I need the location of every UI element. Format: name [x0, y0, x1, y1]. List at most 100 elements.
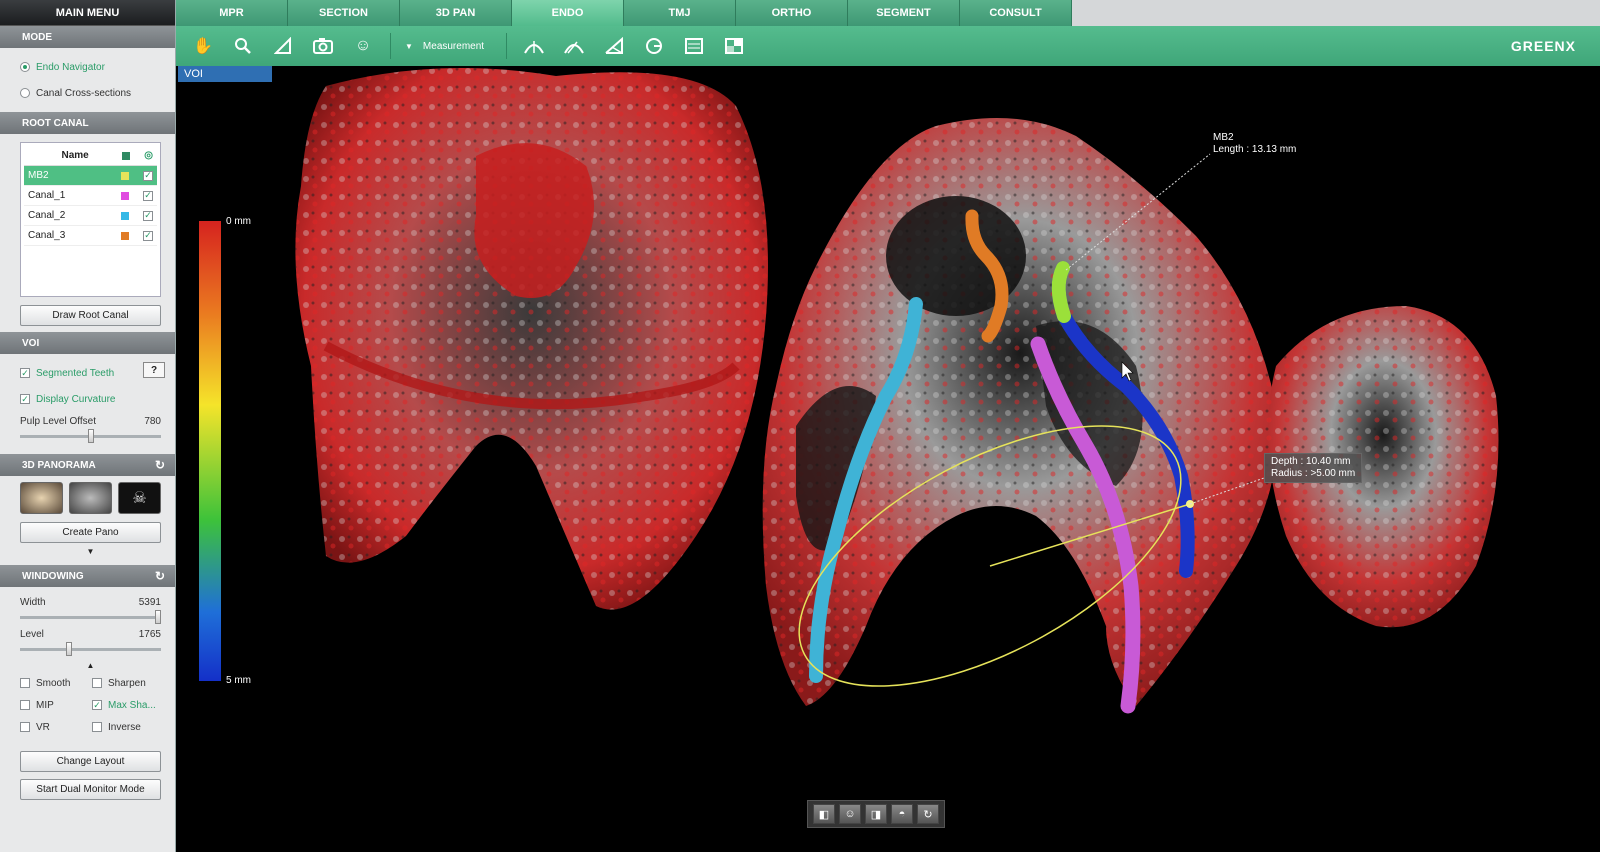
panorama-section-header: 3D PANORAMA ↻ — [0, 454, 175, 476]
display-curvature-checkbox[interactable]: ✓ Display Curvature — [20, 386, 161, 412]
mb2-annotation: MB2 Length : 13.13 mm — [1213, 132, 1296, 156]
tooth-measure-icon[interactable] — [521, 33, 547, 59]
mb2-curvature-highlight — [1051, 261, 1071, 323]
sidebar: MAIN MENU MODE Endo Navigator Canal Cros… — [0, 0, 176, 852]
voi-view-label[interactable]: VOI — [178, 66, 272, 82]
max-shading-checkbox[interactable]: ✓ Max Sha... — [92, 695, 164, 715]
view-right-icon[interactable]: ◨ — [865, 804, 887, 824]
tab-mpr[interactable]: MPR — [176, 0, 288, 26]
inverse-checkbox[interactable]: Inverse — [92, 717, 164, 737]
mip-checkbox[interactable]: MIP — [20, 695, 92, 715]
root-canal-section-header: ROOT CANAL — [0, 112, 175, 134]
canal-row-canal-2[interactable]: Canal_2 ✓ — [24, 206, 157, 226]
canal-visibility-checkbox[interactable]: ✓ — [143, 190, 153, 201]
canal-name: Canal_3 — [28, 230, 66, 241]
view-left-icon[interactable]: ◧ — [813, 804, 835, 824]
canal-name: Canal_1 — [28, 190, 66, 201]
mode-title: MODE — [22, 31, 52, 43]
tooth-volume-render[interactable] — [176, 66, 1600, 852]
panorama-title: 3D PANORAMA — [22, 459, 96, 471]
radio-endo-navigator[interactable]: Endo Navigator — [20, 54, 161, 80]
3d-endo-viewport[interactable]: VOI 0 mm 5 mm MB2 Length : 13.13 mm Dept… — [176, 66, 1600, 852]
pan-hand-icon[interactable]: ✋ — [190, 33, 216, 59]
slider-thumb[interactable] — [155, 610, 162, 624]
mip-label: MIP — [36, 699, 54, 711]
canal-row-canal-3[interactable]: Canal_3 ✓ — [24, 226, 157, 246]
windowing-section-header: WINDOWING ↻ — [0, 565, 175, 587]
layout-grid-icon[interactable] — [721, 33, 747, 59]
refresh-icon[interactable]: ↻ — [155, 458, 165, 472]
vr-label: VR — [36, 721, 50, 733]
slider-thumb[interactable] — [87, 429, 94, 443]
sharpen-checkbox[interactable]: Sharpen — [92, 673, 164, 693]
sharpen-label: Sharpen — [108, 677, 146, 689]
reset-rotate-icon[interactable] — [641, 33, 667, 59]
canal-visibility-checkbox[interactable]: ✓ — [143, 210, 153, 221]
tab-consult[interactable]: CONSULT — [960, 0, 1072, 26]
root-canal-section: Name ◎ MB2 ✓ Canal_1 ✓ Canal_2 ✓ Canal_3… — [0, 134, 175, 332]
width-row: Width 5391 — [20, 597, 161, 608]
canal-visibility-checkbox[interactable]: ✓ — [143, 230, 153, 241]
mode-section-header: MODE — [0, 26, 175, 48]
view-top-icon[interactable]: ◓ — [891, 804, 913, 824]
canal-row-canal-1[interactable]: Canal_1 ✓ — [24, 186, 157, 206]
zoom-icon[interactable] — [230, 33, 256, 59]
view-reset-icon[interactable]: ↻ — [917, 804, 939, 824]
skull-bone-preset-icon[interactable]: ☠ — [118, 482, 161, 514]
segmented-teeth-checkbox[interactable]: ✓ Segmented Teeth — [20, 360, 161, 386]
tab-3d-pan[interactable]: 3D PAN — [400, 0, 512, 26]
refresh-icon[interactable]: ↻ — [155, 569, 165, 583]
skull-gray-preset-icon[interactable] — [69, 482, 112, 514]
smooth-checkbox[interactable]: Smooth — [20, 673, 92, 693]
tab-ortho[interactable]: ORTHO — [736, 0, 848, 26]
tab-segment[interactable]: SEGMENT — [848, 0, 960, 26]
smooth-label: Smooth — [36, 677, 71, 689]
help-button[interactable]: ? — [143, 362, 165, 378]
depth-label: Depth : 10.40 mm — [1271, 456, 1351, 467]
canal-color-swatch[interactable] — [121, 211, 129, 220]
slider-thumb[interactable] — [66, 642, 73, 656]
collapse-up-icon[interactable]: ▲ — [20, 661, 161, 673]
windowing-title: WINDOWING — [22, 570, 84, 582]
canal-table: Name ◎ MB2 ✓ Canal_1 ✓ Canal_2 ✓ Canal_3… — [20, 142, 161, 297]
create-pano-button[interactable]: Create Pano — [20, 522, 161, 543]
measurement-label: Measurement — [422, 40, 485, 52]
camera-icon[interactable] — [310, 33, 336, 59]
pulp-level-offset-slider[interactable] — [20, 429, 161, 443]
head-settings-icon[interactable]: ☺ — [350, 33, 376, 59]
level-slider[interactable] — [20, 642, 161, 656]
scale-top-label: 0 mm — [226, 216, 251, 227]
skull-color-preset-icon[interactable] — [20, 482, 63, 514]
tab-endo[interactable]: ENDO — [512, 0, 624, 26]
canal-visibility-checkbox[interactable]: ✓ — [143, 170, 153, 181]
main-menu-button[interactable]: MAIN MENU — [0, 0, 175, 26]
change-layout-button[interactable]: Change Layout — [20, 751, 161, 772]
measurement-dropdown[interactable]: ▼ Measurement — [405, 41, 484, 52]
tab-tmj[interactable]: TMJ — [624, 0, 736, 26]
canal-row-mb2[interactable]: MB2 ✓ — [24, 166, 157, 186]
tab-section[interactable]: SECTION — [288, 0, 400, 26]
canal-color-swatch[interactable] — [121, 231, 129, 240]
vr-checkbox[interactable]: VR — [20, 717, 92, 737]
canal-color-swatch[interactable] — [121, 191, 129, 200]
report-icon[interactable] — [681, 33, 707, 59]
expand-down-icon[interactable]: ▼ — [20, 547, 161, 559]
voi-title: VOI — [22, 337, 40, 349]
windowing-triangle-icon[interactable] — [270, 33, 296, 59]
angle-icon[interactable] — [601, 33, 627, 59]
tooth-angle-icon[interactable] — [561, 33, 587, 59]
root-canal-title: ROOT CANAL — [22, 117, 89, 129]
width-slider[interactable] — [20, 610, 162, 624]
radius-label: Radius : >5.00 mm — [1271, 468, 1356, 479]
draw-root-canal-button[interactable]: Draw Root Canal — [20, 305, 161, 326]
checkbox-icon — [20, 722, 30, 732]
radio-icon — [20, 88, 30, 98]
radio-canal-cross-sections[interactable]: Canal Cross-sections — [20, 80, 161, 106]
mb2-length-label: Length : 13.13 mm — [1213, 144, 1297, 155]
dual-monitor-button[interactable]: Start Dual Monitor Mode — [20, 779, 161, 800]
depth-annotation: Depth : 10.40 mm Radius : >5.00 mm — [1264, 453, 1363, 483]
radio-canal-cross-sections-label: Canal Cross-sections — [36, 87, 132, 99]
view-front-icon[interactable]: ☺ — [839, 804, 861, 824]
canal-color-swatch[interactable] — [121, 171, 129, 180]
voi-section: ? ✓ Segmented Teeth ✓ Display Curvature … — [0, 354, 175, 454]
